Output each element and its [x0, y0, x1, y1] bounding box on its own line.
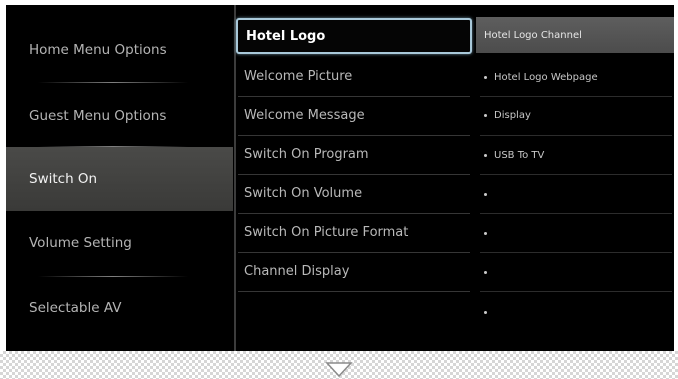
bullet-icon — [484, 153, 487, 157]
submenu-item-switch-on-picture-format[interactable]: Switch On Picture Format — [236, 213, 472, 252]
divider — [38, 82, 188, 83]
submenu-item-label: Switch On Picture Format — [244, 225, 409, 240]
options-panel: Hotel Logo Channel Hotel Logo Webpage Di… — [476, 5, 674, 351]
divider — [480, 135, 672, 136]
submenu-item-label: Hotel Logo — [246, 28, 326, 44]
menu-item-switch-on[interactable]: Switch On — [6, 147, 233, 211]
menu-item-label: Home Menu Options — [29, 42, 167, 58]
bullet-icon — [484, 192, 487, 196]
submenu-item-label: Switch On Program — [244, 147, 369, 162]
divider — [238, 291, 470, 292]
option-label: USB To TV — [494, 149, 545, 161]
menu-item-volume-setting[interactable]: Volume Setting — [6, 211, 233, 275]
bullet-icon — [484, 75, 487, 79]
option-item[interactable] — [484, 262, 674, 282]
submenu-item-label: Welcome Message — [244, 108, 365, 123]
submenu-item-switch-on-program[interactable]: Switch On Program — [236, 135, 472, 174]
menu-item-label: Switch On — [29, 171, 98, 187]
submenu-item-welcome-message[interactable]: Welcome Message — [236, 96, 472, 135]
bullet-icon — [484, 270, 487, 274]
menu-item-label: Guest Menu Options — [29, 108, 167, 124]
chevron-down-icon[interactable] — [325, 362, 353, 378]
option-item[interactable]: USB To TV — [484, 145, 674, 165]
submenu-item-label: Welcome Picture — [244, 69, 353, 84]
bullet-icon — [484, 310, 487, 314]
option-label: Hotel Logo Webpage — [494, 71, 598, 83]
hotel-setup-screen: Home Menu Options Guest Menu Options Swi… — [6, 5, 674, 351]
option-item[interactable]: Display — [484, 105, 674, 125]
submenu-item-channel-display[interactable]: Channel Display — [236, 252, 472, 291]
submenu-item-label: Channel Display — [244, 264, 350, 279]
divider — [480, 291, 672, 292]
option-item[interactable]: Hotel Logo Webpage — [484, 67, 674, 87]
divider — [480, 213, 672, 214]
option-item[interactable] — [484, 302, 674, 322]
divider — [480, 96, 672, 97]
bullet-icon — [484, 231, 487, 235]
menu-item-guest-menu-options[interactable]: Guest Menu Options — [6, 84, 233, 148]
option-item[interactable] — [484, 223, 674, 243]
submenu-item-welcome-picture[interactable]: Welcome Picture — [236, 57, 472, 96]
submenu-item-label: Switch On Volume — [244, 186, 363, 201]
submenu-item-hotel-logo[interactable]: Hotel Logo — [236, 18, 472, 54]
option-label: Display — [494, 109, 531, 121]
menu-item-home-menu-options[interactable]: Home Menu Options — [6, 18, 233, 82]
switch-on-submenu: Hotel Logo Welcome Picture Welcome Messa… — [236, 5, 474, 351]
main-menu: Home Menu Options Guest Menu Options Swi… — [6, 5, 233, 351]
option-label: Hotel Logo Channel — [484, 29, 582, 41]
submenu-item-switch-on-volume[interactable]: Switch On Volume — [236, 174, 472, 213]
bullet-icon — [484, 113, 487, 117]
option-item[interactable] — [484, 184, 674, 204]
divider — [480, 252, 672, 253]
menu-item-label: Volume Setting — [29, 235, 132, 251]
divider — [480, 174, 672, 175]
option-hotel-logo-channel[interactable]: Hotel Logo Channel — [476, 17, 674, 53]
menu-item-label: Selectable AV — [29, 300, 122, 316]
menu-item-selectable-av[interactable]: Selectable AV — [6, 276, 233, 340]
